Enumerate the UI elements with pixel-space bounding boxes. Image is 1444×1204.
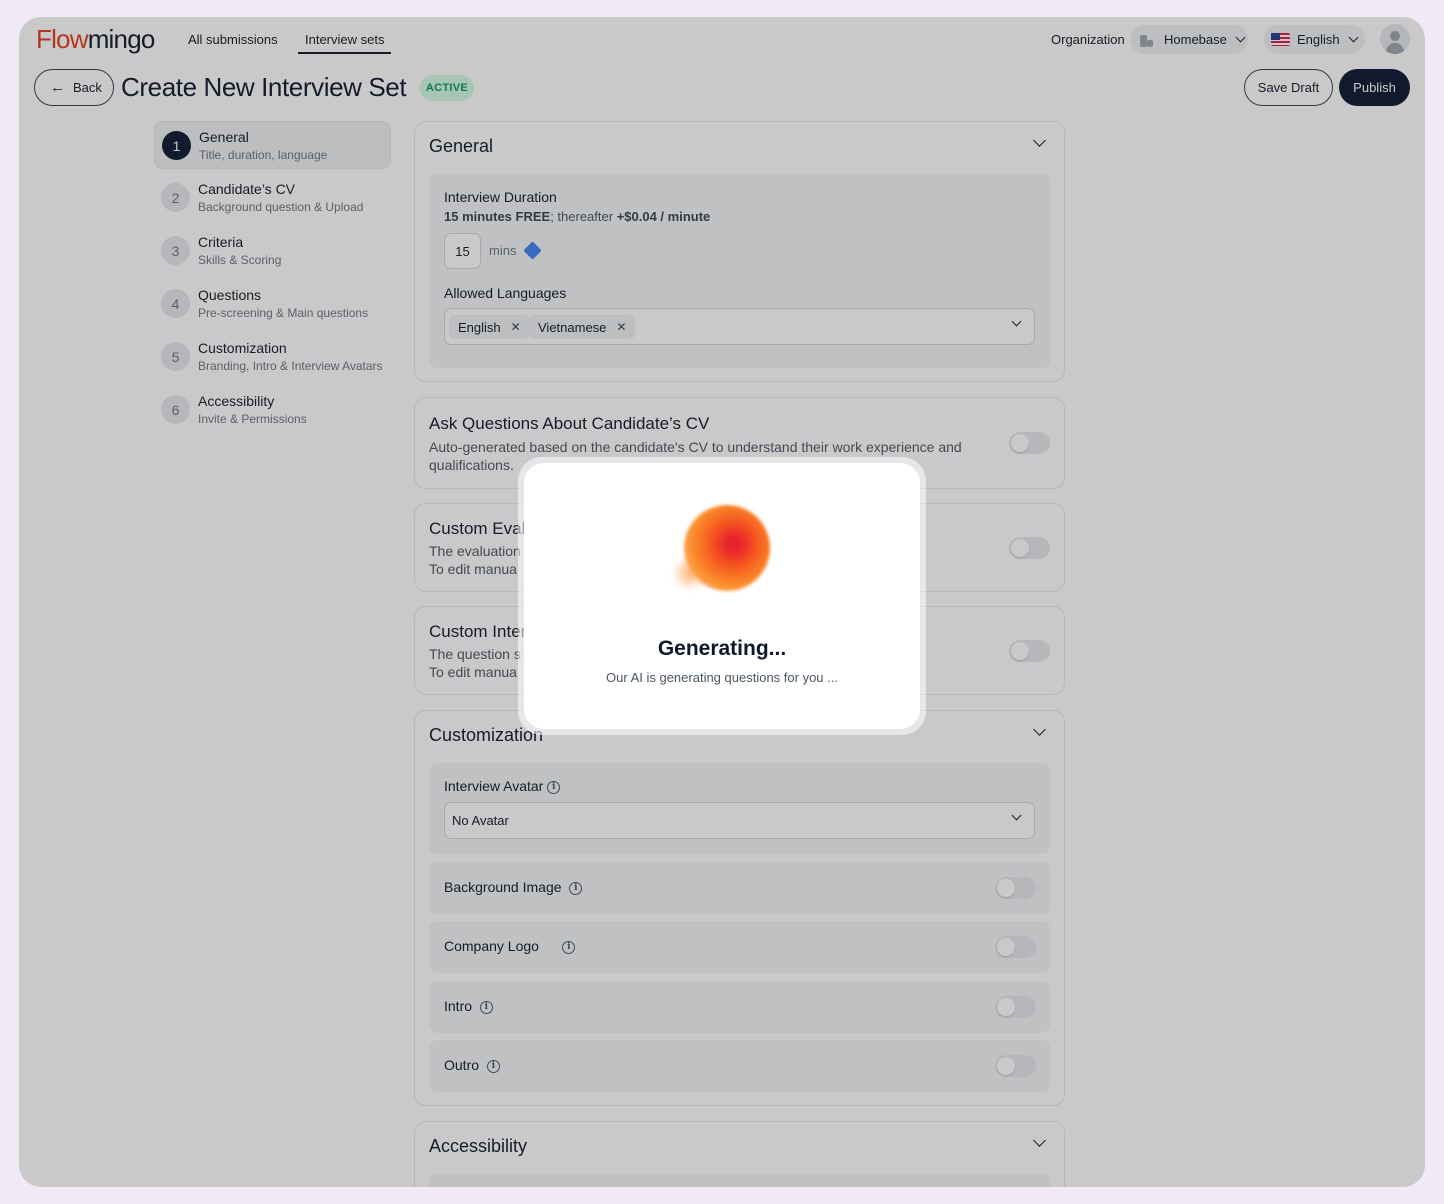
generating-title: Generating... bbox=[657, 637, 787, 660]
generating-subtitle: Our AI is generating questions for you .… bbox=[606, 670, 838, 685]
ai-orb-icon bbox=[684, 505, 770, 591]
generating-modal: Generating... Our AI is generating quest… bbox=[518, 457, 926, 735]
app-window: Flowmingo All submissions Interview sets… bbox=[19, 17, 1425, 1187]
